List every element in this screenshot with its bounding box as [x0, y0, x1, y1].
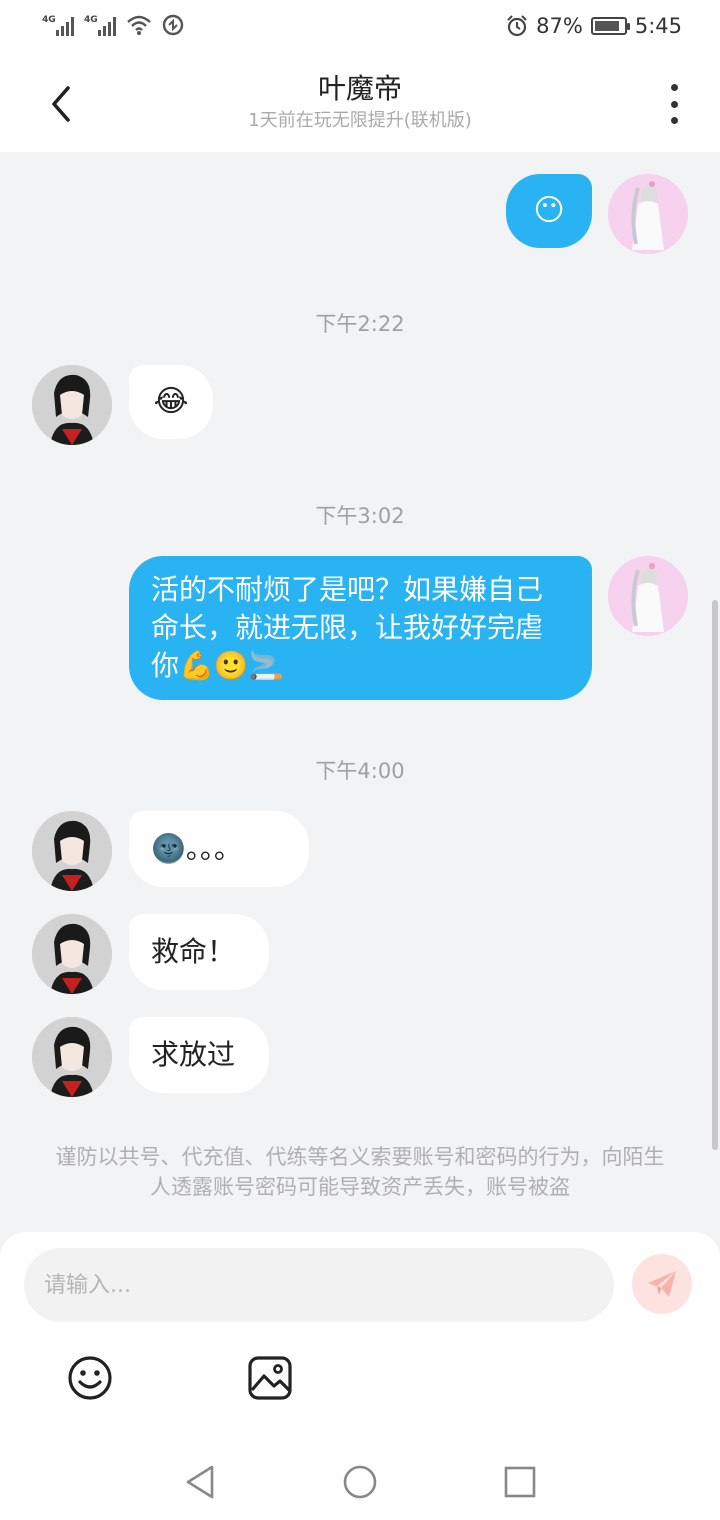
alarm-icon [507, 15, 527, 37]
emoji-button[interactable] [66, 1354, 114, 1402]
system-navigation-bar [0, 1442, 720, 1520]
battery-level [594, 21, 620, 31]
timestamp: 下午4:00 [315, 759, 405, 783]
timestamp: 下午2:22 [315, 312, 405, 336]
nav-home-button[interactable] [340, 1462, 380, 1502]
nav-back-button[interactable] [180, 1462, 220, 1502]
timestamp: 下午3:02 [315, 504, 405, 528]
contact-status: 1天前在玩无限提升(联机版) [248, 110, 472, 131]
scrollbar[interactable] [712, 600, 718, 1150]
contact-avatar[interactable] [32, 811, 112, 891]
battery-percent: 87% [536, 14, 583, 38]
signal-icon: 4G [42, 15, 74, 36]
send-button[interactable] [632, 1254, 692, 1314]
image-icon [248, 1356, 292, 1400]
avatar-image [608, 556, 688, 636]
signal-icon: 4G [84, 15, 116, 36]
battery-icon [590, 17, 630, 35]
status-right: 87% 5:45 [506, 14, 682, 38]
contact-message-bubble[interactable]: 🌚。。。 [129, 811, 309, 887]
circle-home-icon [343, 1465, 377, 1499]
status-bar: 4G 4G 87% 5:45 [0, 0, 720, 56]
security-notice: 谨防以共号、代充值、代练等名义索要账号和密码的行为，向陌生人透露账号密码可能导致… [55, 1145, 665, 1199]
message-text: 救命！ [151, 935, 236, 968]
contact-message-bubble[interactable]: 求放过 [129, 1017, 269, 1093]
image-button[interactable] [246, 1354, 294, 1402]
message-text: 活的不耐烦了是吧？如果嫌自己命长，就进无限，让我好好完虐你💪🙂🚬 [151, 573, 544, 682]
header-title-group: 叶魔帝 1天前在玩无限提升(联机版) [0, 70, 720, 134]
my-avatar[interactable] [608, 556, 688, 636]
square-recents-icon [504, 1466, 536, 1498]
contact-avatar[interactable] [32, 914, 112, 994]
avatar-image [32, 914, 112, 994]
message-text: 😶 [533, 193, 565, 228]
avatar-image [32, 1017, 112, 1097]
message-text: 🌚。。。 [151, 832, 242, 865]
message-composer [0, 1232, 720, 1442]
network-type-label: 4G [84, 15, 98, 25]
clock: 5:45 [634, 14, 682, 38]
contact-message-bubble[interactable]: 😂 [129, 365, 213, 439]
contact-avatar[interactable] [32, 365, 112, 445]
my-message-bubble[interactable]: 活的不耐烦了是吧？如果嫌自己命长，就进无限，让我好好完虐你💪🙂🚬 [129, 556, 592, 700]
contact-name: 叶魔帝 [317, 72, 402, 105]
status-left: 4G 4G [42, 14, 184, 36]
avatar-image [32, 811, 112, 891]
message-text: 求放过 [151, 1038, 236, 1071]
contact-message-bubble[interactable]: 救命！ [129, 914, 269, 990]
message-list[interactable]: 😶 下午2:22 😂 下午3:02 活的不耐烦了是吧？如果嫌自己命长，就进无限，… [0, 152, 720, 1232]
more-options-button[interactable] [664, 84, 684, 124]
triangle-back-icon [186, 1465, 214, 1499]
avatar-image [32, 365, 112, 445]
dot-icon [670, 84, 678, 91]
contact-avatar[interactable] [32, 1017, 112, 1097]
nav-recents-button[interactable] [500, 1462, 540, 1502]
my-avatar[interactable] [608, 174, 688, 254]
dot-icon [670, 100, 678, 108]
network-type-label: 4G [42, 15, 56, 25]
paper-plane-icon [648, 1271, 676, 1297]
chat-header: 叶魔帝 1天前在玩无限提升(联机版) [0, 56, 720, 152]
message-text: 😂 [153, 384, 189, 419]
nfc-icon [162, 14, 184, 36]
message-input[interactable] [24, 1248, 614, 1322]
smiley-icon [68, 1356, 112, 1400]
my-message-bubble[interactable]: 😶 [506, 174, 592, 248]
wifi-icon [127, 15, 151, 35]
dot-icon [670, 117, 678, 124]
avatar-image [608, 174, 688, 254]
